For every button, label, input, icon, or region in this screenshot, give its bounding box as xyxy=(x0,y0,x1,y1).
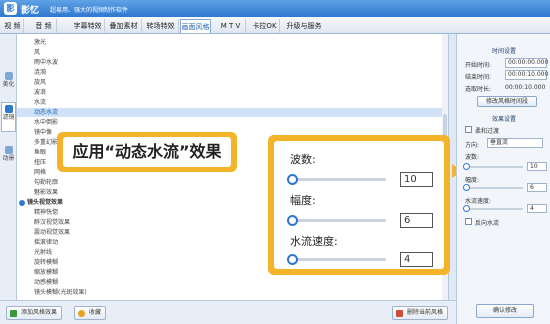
slider-knob[interactable] xyxy=(463,184,470,191)
collect-label: 收藏 xyxy=(89,309,102,316)
list-item[interactable]: 涟漪 xyxy=(17,68,448,77)
list-item-selected[interactable]: 动态水流 xyxy=(17,108,448,117)
tab-audio[interactable]: 音 频 xyxy=(31,19,57,33)
main-menu-bar: 视 频 音 频 字幕特效 叠加素材 转场特效 画面风格 M T V 卡拉OK 升… xyxy=(0,17,550,34)
title-bar: 影 影忆 超易用、强大的视频制作软件 xyxy=(0,0,550,17)
duration-label: 选取时长: xyxy=(465,86,492,93)
beautify-icon xyxy=(4,72,13,80)
sidetab-motion[interactable]: 动景 xyxy=(1,144,16,163)
add-style-effect-button[interactable]: 添加风格效果 xyxy=(6,306,63,320)
amplitude-label: 幅度: xyxy=(465,177,480,184)
star-icon xyxy=(78,310,85,317)
speed-zoom-label: 水流速度: xyxy=(290,235,338,248)
list-item[interactable]: 动感模糊 xyxy=(17,278,448,287)
sidetab-motion-label: 动景 xyxy=(2,155,15,162)
tab-overlay-materials[interactable]: 叠加素材 xyxy=(106,19,142,33)
params-zoom-inner: 波数: 10 幅度: 6 水流速度: 4 xyxy=(274,141,444,269)
duration-value: 00:00:10.000 xyxy=(505,84,546,91)
waves-slider[interactable] xyxy=(463,163,523,170)
direction-label: 方向: xyxy=(465,142,480,149)
list-item[interactable]: 旋风 xyxy=(17,78,448,87)
filter-icon xyxy=(4,105,13,113)
soft-transition-checkbox[interactable] xyxy=(465,126,472,133)
reverse-flow-checkbox[interactable] xyxy=(465,218,472,225)
amplitude-zoom-label: 幅度: xyxy=(290,194,316,207)
bottom-action-bar: 添加风格效果 收藏 删除当前风格 xyxy=(0,300,456,324)
tab-mtv[interactable]: M T V xyxy=(216,19,246,33)
reverse-flow-label: 反向水流 xyxy=(475,220,500,227)
tab-transitions[interactable]: 转场特效 xyxy=(143,19,179,33)
slider-knob[interactable] xyxy=(287,174,298,185)
params-zoom-box: 波数: 10 幅度: 6 水流速度: 4 xyxy=(268,135,450,275)
waves-zoom-slider[interactable] xyxy=(287,174,386,185)
sidetab-filter[interactable]: 滤镜 xyxy=(1,102,16,132)
list-item[interactable]: 镜头模糊(光斑效果) xyxy=(17,288,448,297)
list-item[interactable]: 波浪 xyxy=(17,88,448,97)
sidetab-filter-label: 滤镜 xyxy=(2,114,15,121)
end-time-field[interactable]: 00:00:10.000 xyxy=(505,70,548,80)
modify-time-button[interactable]: 修改风格时间段 xyxy=(477,96,537,107)
waves-zoom-label: 波数: xyxy=(290,153,316,166)
slider-knob[interactable] xyxy=(287,215,298,226)
speed-zoom-slider[interactable] xyxy=(287,254,386,265)
list-item[interactable]: 水流 xyxy=(17,98,448,107)
waves-field[interactable]: 10 xyxy=(527,162,547,171)
soft-transition-label: 柔和过渡 xyxy=(475,128,500,135)
effect-settings-title: 效果设置 xyxy=(491,116,516,123)
slider-knob[interactable] xyxy=(463,205,470,212)
app-logo-icon: 影 xyxy=(4,2,17,15)
tab-karaoke[interactable]: 卡拉OK xyxy=(250,19,280,33)
add-icon xyxy=(10,310,17,317)
time-settings-title: 时间设置 xyxy=(491,48,516,55)
end-time-label: 结束时间: xyxy=(465,74,492,81)
speed-slider[interactable] xyxy=(463,205,523,212)
tab-picture-style[interactable]: 画面风格 xyxy=(180,19,211,33)
speed-label: 水流速度: xyxy=(465,198,492,205)
group-expand-icon xyxy=(19,200,25,206)
speed-zoom-value[interactable]: 4 xyxy=(400,252,433,267)
list-item[interactable]: 风 xyxy=(17,48,448,57)
category-sidebar: 美化 滤镜 动景 xyxy=(0,34,17,300)
settings-panel: 时间设置 开始时间: 00:00:00.000 结束时间: 00:00:10.0… xyxy=(456,34,550,324)
add-style-effect-label: 添加风格效果 xyxy=(21,309,58,316)
amplitude-field[interactable]: 6 xyxy=(527,183,547,192)
collect-button[interactable]: 收藏 xyxy=(74,306,107,320)
app-name: 影忆 xyxy=(21,6,40,16)
waves-label: 波数: xyxy=(465,154,480,161)
list-item[interactable]: 雨中水波 xyxy=(17,58,448,67)
tab-video[interactable]: 视 频 xyxy=(2,19,24,33)
effect-callout: 应用“动态水流”效果 xyxy=(57,132,237,172)
amplitude-slider[interactable] xyxy=(463,184,523,191)
amplitude-zoom-slider[interactable] xyxy=(287,215,386,226)
tab-subtitle-effects[interactable]: 字幕特效 xyxy=(71,19,105,33)
confirm-modify-button[interactable]: 确认修改 xyxy=(476,304,534,318)
speed-field[interactable]: 4 xyxy=(527,204,547,213)
delete-style-button[interactable]: 删除当前风格 xyxy=(392,306,449,320)
waves-zoom-value[interactable]: 10 xyxy=(400,172,433,187)
start-time-label: 开始时间: xyxy=(465,62,492,69)
start-time-field[interactable]: 00:00:00.000 xyxy=(505,58,548,68)
sidetab-beautify[interactable]: 美化 xyxy=(1,70,16,89)
slider-knob[interactable] xyxy=(287,254,298,265)
delete-style-label: 删除当前风格 xyxy=(407,309,444,316)
callout-text: 应用“动态水流”效果 xyxy=(63,137,231,167)
list-item[interactable]: 激光 xyxy=(17,38,448,47)
amplitude-zoom-value[interactable]: 6 xyxy=(400,213,433,228)
tab-upgrade-services[interactable]: 升级与服务 xyxy=(284,19,324,33)
motion-icon xyxy=(4,146,13,154)
direction-select[interactable]: 垂直流 xyxy=(487,138,543,148)
sidetab-beautify-label: 美化 xyxy=(2,81,15,88)
list-item[interactable]: 水中倒影 xyxy=(17,118,448,127)
app-slogan: 超易用、强大的视频制作软件 xyxy=(50,7,129,14)
slider-knob[interactable] xyxy=(463,163,470,170)
delete-icon xyxy=(396,310,403,317)
